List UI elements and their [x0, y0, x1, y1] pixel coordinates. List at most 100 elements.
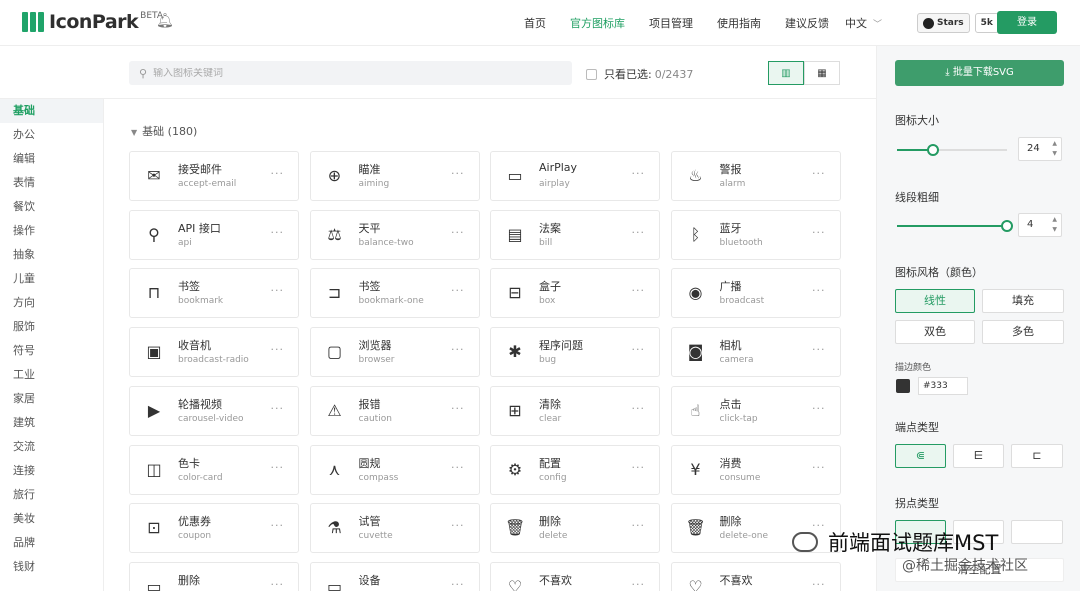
stepper-arrows-icon[interactable]: ▲ ▼: [1052, 215, 1057, 235]
github-stars-button[interactable]: Stars: [917, 13, 970, 33]
icon-card[interactable]: ⊟ 盒子 box ···: [490, 268, 660, 319]
sidebar-item[interactable]: 交流: [0, 435, 103, 459]
more-options-icon[interactable]: ···: [632, 167, 646, 180]
sidebar-item[interactable]: 旅行: [0, 483, 103, 507]
icon-card[interactable]: ⊕ 瞄准 aiming ···: [309, 151, 480, 201]
stroke-slider-handle[interactable]: [1001, 220, 1013, 232]
icon-card[interactable]: ▭ 删除 ···: [129, 561, 299, 591]
login-button[interactable]: 登录: [997, 11, 1057, 34]
more-options-icon[interactable]: ···: [812, 402, 826, 415]
stroke-slider[interactable]: [897, 220, 1013, 232]
icon-card[interactable]: ⋏ 圆规 compass ···: [309, 444, 480, 495]
icon-card[interactable]: ▶ 轮播视频 carousel-video ···: [129, 385, 299, 436]
sidebar-item[interactable]: 餐饮: [0, 195, 103, 219]
icon-card[interactable]: ⊞ 清除 clear ···: [490, 385, 660, 436]
icon-card[interactable]: ✉ 接受邮件 accept-email ···: [129, 151, 299, 201]
more-options-icon[interactable]: ···: [451, 167, 465, 180]
icon-card[interactable]: ☝ 点击 click-tap ···: [670, 385, 841, 436]
more-options-icon[interactable]: ···: [451, 402, 465, 415]
more-options-icon[interactable]: ···: [451, 343, 465, 356]
stroke-input[interactable]: 4 ▲ ▼: [1018, 213, 1062, 237]
sidebar-item[interactable]: 建筑: [0, 411, 103, 435]
more-options-icon[interactable]: ···: [271, 402, 285, 415]
compact-view-button[interactable]: ▦: [804, 61, 840, 85]
endpoint-square-button[interactable]: ⊏: [1011, 444, 1063, 468]
sidebar-item[interactable]: 表情: [0, 171, 103, 195]
more-options-icon[interactable]: ···: [271, 226, 285, 239]
search-input[interactable]: [153, 67, 534, 79]
bell-icon[interactable]: 🔔︎: [156, 13, 174, 29]
logo[interactable]: IconPark BETA: [22, 11, 163, 33]
sidebar-item[interactable]: 钱财: [0, 555, 103, 579]
more-options-icon[interactable]: ···: [271, 343, 285, 356]
icon-card[interactable]: ◙ 相机 camera ···: [670, 327, 841, 378]
more-options-icon[interactable]: ···: [271, 284, 285, 297]
more-options-icon[interactable]: ···: [451, 461, 465, 474]
language-select[interactable]: 中文 ﹀: [845, 15, 882, 31]
sidebar-item[interactable]: 编辑: [0, 147, 103, 171]
search-bar[interactable]: ⚲: [129, 61, 572, 85]
sidebar-item[interactable]: 家居: [0, 387, 103, 411]
style-multi-color-button[interactable]: 多色: [982, 320, 1064, 344]
nav-item-guide[interactable]: 使用指南: [717, 15, 761, 31]
icon-card[interactable]: ♨ 警报 alarm ···: [670, 151, 841, 201]
icon-card[interactable]: ▭ 设备 ···: [309, 561, 480, 591]
icon-card[interactable]: ⚙ 配置 config ···: [490, 444, 660, 495]
icon-card[interactable]: ⚗ 试管 cuvette ···: [309, 503, 480, 554]
more-options-icon[interactable]: ···: [812, 167, 826, 180]
icon-card[interactable]: ⚠ 报错 caution ···: [309, 385, 480, 436]
nav-item-feedback[interactable]: 建议反馈: [785, 15, 829, 31]
grid-view-button[interactable]: ▥: [768, 61, 804, 85]
size-input[interactable]: 24 ▲ ▼: [1018, 137, 1062, 161]
sidebar-item[interactable]: 基础: [0, 99, 103, 123]
nav-item-projects[interactable]: 项目管理: [649, 15, 693, 31]
style-two-tone-button[interactable]: 双色: [895, 320, 975, 344]
endpoint-round-button[interactable]: ⋐: [895, 444, 946, 468]
icon-card[interactable]: ♡ 不喜欢 ···: [490, 561, 660, 591]
icon-card[interactable]: ⊓ 书签 bookmark ···: [129, 268, 299, 319]
size-slider[interactable]: [897, 144, 1007, 156]
more-options-icon[interactable]: ···: [632, 519, 646, 532]
more-options-icon[interactable]: ···: [451, 226, 465, 239]
batch-download-button[interactable]: ⤓ 批量下载SVG: [895, 60, 1064, 86]
style-outline-button[interactable]: 线性: [895, 289, 975, 313]
nav-item-home[interactable]: 首页: [524, 15, 546, 31]
more-options-icon[interactable]: ···: [812, 284, 826, 297]
more-options-icon[interactable]: ···: [271, 519, 285, 532]
only-selected-checkbox[interactable]: [586, 68, 597, 80]
more-options-icon[interactable]: ···: [812, 343, 826, 356]
only-selected-toggle[interactable]: 只看已选: 0/2437: [586, 66, 693, 82]
icon-card[interactable]: ⚲ API 接口 api ···: [129, 209, 299, 260]
icon-card[interactable]: 🗑 删除 delete ···: [490, 503, 660, 554]
endpoint-butt-button[interactable]: ⋿: [953, 444, 1004, 468]
icon-card[interactable]: ◫ 色卡 color-card ···: [129, 444, 299, 495]
icon-card[interactable]: ▢ 浏览器 browser ···: [309, 327, 480, 378]
more-options-icon[interactable]: ···: [451, 284, 465, 297]
sidebar-item[interactable]: 工业: [0, 363, 103, 387]
more-options-icon[interactable]: ···: [451, 519, 465, 532]
stepper-arrows-icon[interactable]: ▲ ▼: [1052, 139, 1057, 159]
icon-card[interactable]: ▣ 收音机 broadcast-radio ···: [129, 327, 299, 378]
size-slider-handle[interactable]: [927, 144, 940, 156]
sidebar-item[interactable]: 方向: [0, 291, 103, 315]
icon-card[interactable]: ♡ 不喜欢 ···: [670, 561, 841, 591]
more-options-icon[interactable]: ···: [632, 461, 646, 474]
stars-count[interactable]: 5k: [974, 13, 999, 33]
sidebar-item[interactable]: 抽象: [0, 243, 103, 267]
more-options-icon[interactable]: ···: [451, 578, 465, 591]
section-title[interactable]: ▼ 基础 (180): [131, 123, 197, 139]
more-options-icon[interactable]: ···: [632, 402, 646, 415]
icon-card[interactable]: ⊡ 优惠券 coupon ···: [129, 503, 299, 554]
joint-bevel-button[interactable]: [1011, 520, 1063, 544]
more-options-icon[interactable]: ···: [271, 578, 285, 591]
stroke-color-input[interactable]: #333: [918, 377, 968, 395]
sidebar-item[interactable]: 品牌: [0, 531, 103, 555]
icon-card[interactable]: ◉ 广播 broadcast ···: [670, 268, 841, 319]
more-options-icon[interactable]: ···: [271, 461, 285, 474]
github-stars[interactable]: Stars 5k: [917, 13, 999, 33]
sidebar-item[interactable]: 办公: [0, 123, 103, 147]
icon-card[interactable]: ¥ 消费 consume ···: [670, 444, 841, 495]
icon-card[interactable]: ᛒ 蓝牙 bluetooth ···: [670, 209, 841, 260]
icon-card[interactable]: ▭ AirPlay airplay ···: [490, 151, 660, 201]
more-options-icon[interactable]: ···: [271, 167, 285, 180]
